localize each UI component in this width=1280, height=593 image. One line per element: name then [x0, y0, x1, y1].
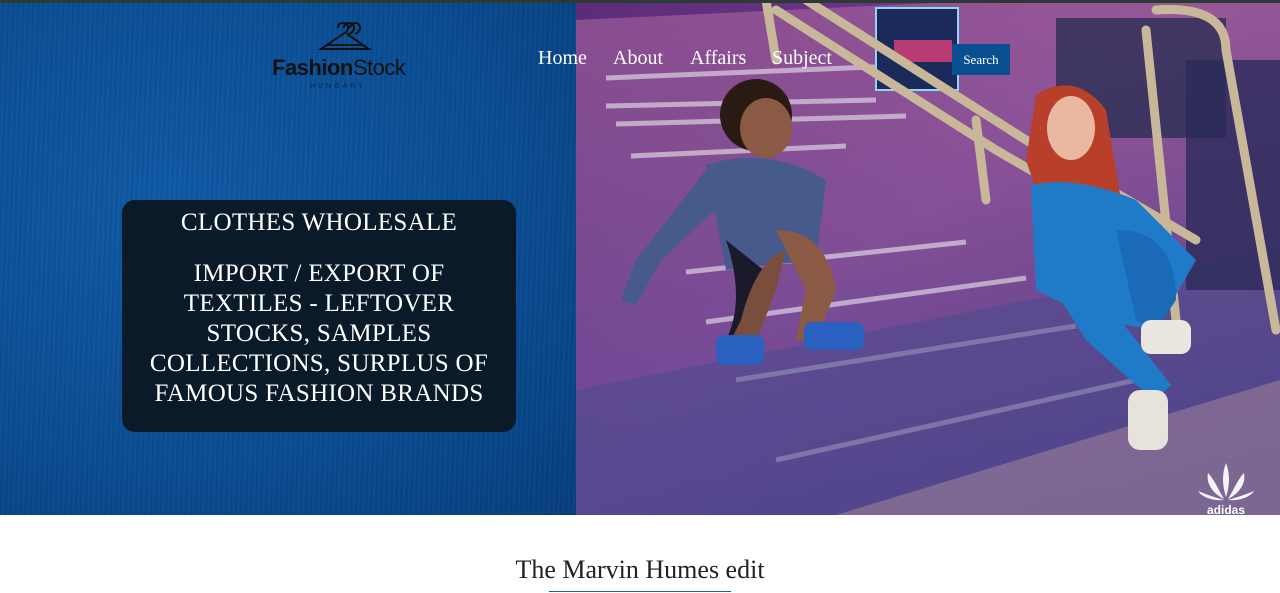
adidas-logo-icon: adidas — [1198, 463, 1254, 515]
nav-home[interactable]: Home — [538, 47, 587, 70]
logo-subtitle: HUNGARY — [310, 83, 366, 90]
logo-wordmark: FashionStock — [272, 55, 406, 80]
section-title: The Marvin Humes edit — [515, 555, 765, 584]
hero-description: IMPORT / EXPORT OF TEXTILES - LEFTOVER S… — [149, 260, 489, 407]
site-logo[interactable]: FashionStock HUNGARY — [272, 22, 418, 94]
hero-banner: FashionStock HUNGARY Home About Affairs … — [0, 0, 1280, 515]
nav-affairs[interactable]: Affairs — [690, 47, 746, 70]
nav-subject[interactable]: Subject — [772, 47, 832, 70]
nav-about[interactable]: About — [613, 47, 663, 70]
section-divider — [549, 591, 731, 592]
hero-photo — [576, 0, 1280, 515]
hero-text-card: CLOTHES WHOLESALE IMPORT / EXPORT OF TEX… — [122, 200, 516, 432]
svg-text:adidas: adidas — [1207, 503, 1245, 515]
hero-headline: CLOTHES WHOLESALE — [180, 209, 458, 236]
hanger-icon — [318, 22, 372, 50]
top-border — [0, 0, 1280, 3]
search-button[interactable]: Search — [952, 44, 1010, 75]
